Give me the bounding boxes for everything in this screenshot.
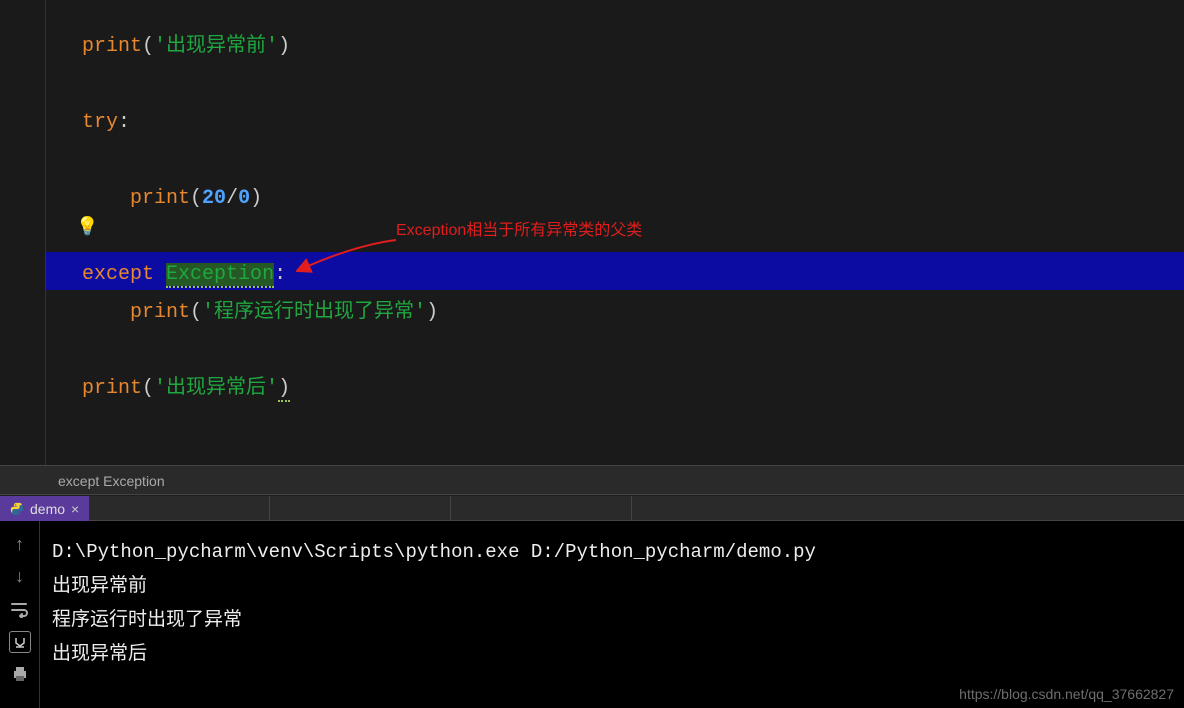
fn-print: print [82,35,142,58]
annotation-arrow [296,235,406,275]
console-line: 程序运行时出现了异常 [52,603,1172,637]
arrow-up-icon[interactable]: ↑ [9,535,31,557]
console-line: 出现异常前 [52,569,1172,603]
kw-except: except [82,263,154,286]
breadcrumb[interactable]: except Exception [0,465,1184,495]
num-literal: 0 [238,187,250,210]
exception-class[interactable]: Exception [166,263,274,288]
run-tab-label: demo [30,501,65,517]
paren-close: ) [278,35,290,58]
close-icon[interactable]: × [71,501,79,517]
console-pane: ↑ ↓ D:\Python_pycharm\venv\Scripts\pytho… [0,521,1184,708]
soft-wrap-icon[interactable] [9,599,31,621]
run-tool-tabs: demo × [0,496,1184,521]
op-div: / [226,187,238,210]
intention-bulb-icon[interactable]: 💡 [76,216,98,238]
colon: : [118,111,130,134]
console-line: D:\Python_pycharm\venv\Scripts\python.ex… [52,535,1172,569]
num-literal: 20 [202,187,226,210]
arrow-down-icon[interactable]: ↓ [9,567,31,589]
kw-try: try [82,111,118,134]
fn-print: print [130,301,190,324]
watermark: https://blog.csdn.net/qq_37662827 [959,686,1174,702]
scroll-to-end-icon[interactable] [9,631,31,653]
editor-gutter [0,0,46,465]
python-icon [10,502,24,516]
fn-print: print [82,377,142,400]
code-area[interactable]: 💡 Exception相当于所有异常类的父类 print('出现异常前') tr… [46,0,1184,465]
string-literal: '出现异常前' [154,35,278,58]
console-toolbar: ↑ ↓ [0,521,40,708]
annotation-text: Exception相当于所有异常类的父类 [396,216,642,240]
code-editor-pane: 💡 Exception相当于所有异常类的父类 print('出现异常前') tr… [0,0,1184,465]
string-literal: '出现异常后' [154,377,278,400]
console-output[interactable]: D:\Python_pycharm\venv\Scripts\python.ex… [40,521,1184,708]
paren-open: ( [142,35,154,58]
string-literal: '程序运行时出现了异常' [202,301,426,324]
run-tab-demo[interactable]: demo × [0,496,89,521]
print-icon[interactable] [9,663,31,685]
fn-print: print [130,187,190,210]
console-line: 出现异常后 [52,637,1172,671]
